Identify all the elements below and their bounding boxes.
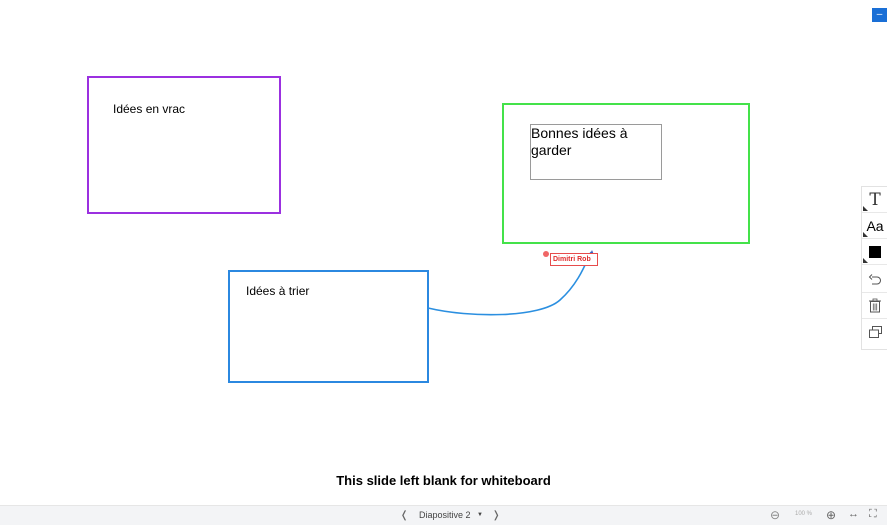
undo-icon xyxy=(868,273,881,284)
undo-button[interactable] xyxy=(862,267,887,293)
corner-indicator xyxy=(863,258,868,263)
color-swatch-icon xyxy=(869,245,881,258)
trash-icon xyxy=(869,298,881,313)
slide-dropdown-icon[interactable]: ▼ xyxy=(477,512,483,518)
text-icon: T xyxy=(869,189,881,210)
copy-icon xyxy=(868,326,882,338)
duplicate-button[interactable] xyxy=(862,319,887,345)
text-tool-button[interactable]: T xyxy=(862,187,887,213)
slide-label[interactable]: Diapositive 2 xyxy=(419,510,471,520)
font-size-icon: Aa xyxy=(866,217,884,234)
fullscreen-icon[interactable]: ⛶ xyxy=(869,508,877,521)
font-size-tool-button[interactable]: Aa xyxy=(862,213,887,239)
drawing-toolbar: T Aa xyxy=(861,186,887,350)
bottom-bar: ❬ Diapositive 2 ▼ ❭ ⊖ 100 % ⊕ ↔ ⛶ xyxy=(0,505,887,525)
slide-caption: This slide left blank for whiteboard xyxy=(336,473,551,488)
author-cursor-dot xyxy=(543,251,549,257)
corner-indicator xyxy=(863,232,868,237)
delete-button[interactable] xyxy=(862,293,887,319)
author-tag: Dimitri Rob xyxy=(550,253,598,266)
corner-indicator xyxy=(863,206,868,211)
next-slide-button[interactable]: ❭ xyxy=(492,510,500,521)
zoom-level: 100 % xyxy=(795,511,813,517)
fit-width-icon[interactable]: ↔ xyxy=(848,508,859,520)
color-tool-button[interactable] xyxy=(862,239,887,265)
zoom-in-icon[interactable]: ⊕ xyxy=(826,508,836,522)
zoom-out-icon[interactable]: ⊖ xyxy=(770,508,780,522)
prev-slide-button[interactable]: ❬ xyxy=(400,510,408,521)
connector-svg xyxy=(427,250,597,316)
